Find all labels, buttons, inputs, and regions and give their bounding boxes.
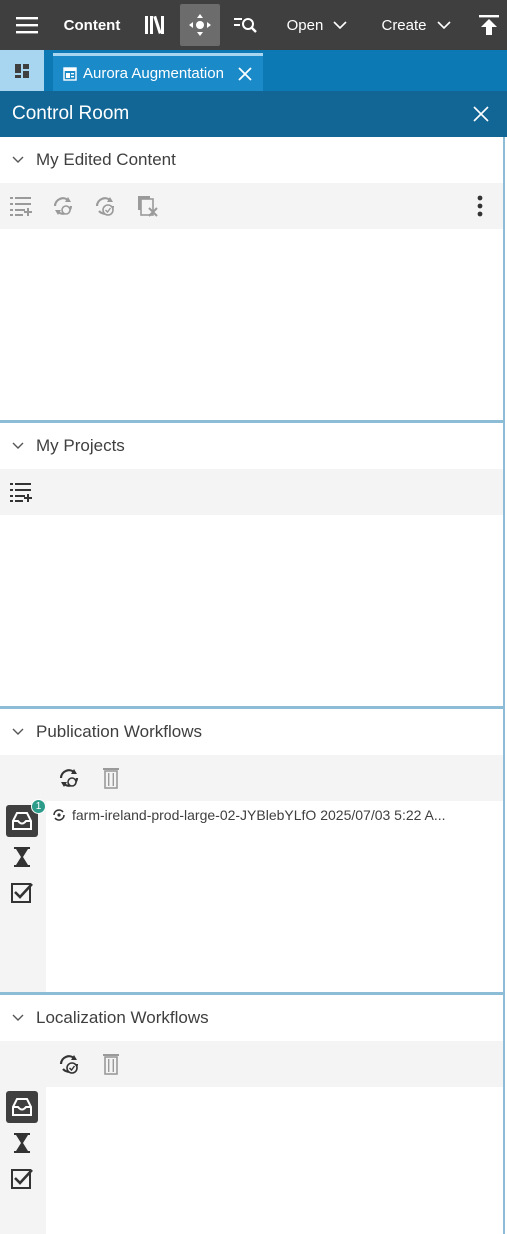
edited-content-section: My Edited Content <box>0 137 505 420</box>
inbox-icon <box>12 812 32 830</box>
inbox-count-badge: 1 <box>31 799 46 814</box>
section-title: My Edited Content <box>36 150 176 169</box>
control-room-title: Control Room <box>12 103 130 124</box>
search-button[interactable] <box>228 0 262 50</box>
library-button[interactable] <box>136 0 174 50</box>
start-workflow-button[interactable] <box>48 1041 90 1087</box>
section-header[interactable]: Publication Workflows <box>0 709 503 755</box>
workflow-row[interactable]: farm-ireland-prod-large-02-JYBlebYLfO 20… <box>46 802 472 828</box>
list-add-icon <box>10 483 32 502</box>
completed-filter-button[interactable] <box>6 1163 38 1195</box>
close-icon[interactable] <box>473 106 489 122</box>
tab-aurora-augmentation[interactable]: Aurora Augmentation <box>53 53 263 91</box>
chevron-down-icon <box>436 21 451 30</box>
projects-section: My Projects <box>0 423 505 706</box>
checkbox-checked-icon <box>11 883 33 903</box>
section-title: My Projects <box>36 436 125 455</box>
chevron-down-icon <box>12 156 24 163</box>
list-add-icon <box>10 197 32 216</box>
checkbox-checked-icon <box>11 1169 33 1189</box>
upload-icon <box>479 15 499 35</box>
workflow-filter-rail: 1 <box>0 799 46 992</box>
inbox-filter-button[interactable] <box>6 1091 38 1123</box>
library-icon <box>145 15 164 34</box>
workflow-icon <box>59 1055 79 1074</box>
delete-selection-button[interactable] <box>126 183 168 229</box>
search-list-icon <box>234 18 257 33</box>
open-label: Open <box>286 16 324 34</box>
localization-workflows-section: Localization Workflows <box>0 995 505 1234</box>
tab-label: Aurora Augmentation <box>83 65 224 82</box>
workflow-status-icon <box>53 809 65 821</box>
pending-filter-button[interactable] <box>6 1127 38 1159</box>
create-menu[interactable]: Create <box>378 0 454 50</box>
trash-icon <box>103 1054 119 1075</box>
chevron-down-icon <box>12 1014 24 1021</box>
control-room-button[interactable] <box>180 4 220 46</box>
start-workflow-button[interactable] <box>48 755 90 801</box>
list-view-button[interactable] <box>0 183 42 229</box>
hourglass-icon <box>14 847 30 867</box>
section-toolbar <box>0 469 503 515</box>
pending-filter-button[interactable] <box>6 841 38 873</box>
delete-button[interactable] <box>90 755 132 801</box>
publish-workflow-button[interactable] <box>84 183 126 229</box>
workflow-publish-icon <box>95 197 115 216</box>
copy-delete-icon <box>138 196 158 217</box>
completed-filter-button[interactable] <box>6 877 38 909</box>
workflow-filter-rail <box>0 1087 46 1234</box>
section-header[interactable]: My Projects <box>0 423 503 469</box>
close-icon[interactable] <box>237 66 253 82</box>
workflow-icon <box>53 197 73 215</box>
section-title: Publication Workflows <box>36 722 202 741</box>
top-toolbar: Content Open Create <box>0 0 507 50</box>
section-toolbar <box>0 755 503 801</box>
section-toolbar <box>0 183 503 229</box>
workflow-row-label: farm-ireland-prod-large-02-JYBlebYLfO 20… <box>72 807 446 823</box>
inbox-filter-button[interactable]: 1 <box>6 799 46 837</box>
more-vertical-icon <box>477 195 483 217</box>
hamburger-icon <box>16 17 38 34</box>
app-switcher[interactable]: Content <box>58 0 126 50</box>
chevron-down-icon <box>333 21 347 30</box>
list-view-button[interactable] <box>0 469 42 515</box>
delete-button[interactable] <box>90 1041 132 1087</box>
control-room-header: Control Room <box>0 91 507 137</box>
app-label: Content <box>63 16 121 34</box>
section-header[interactable]: Localization Workflows <box>0 995 503 1041</box>
more-options-button[interactable] <box>459 183 501 229</box>
trash-icon <box>103 768 119 789</box>
start-workflow-button[interactable] <box>42 183 84 229</box>
create-label: Create <box>381 16 427 34</box>
menu-button[interactable] <box>4 0 50 50</box>
section-title: Localization Workflows <box>36 1008 209 1027</box>
workflow-icon <box>59 769 79 787</box>
chevron-down-icon <box>12 442 24 449</box>
section-toolbar <box>0 1041 503 1087</box>
dashboard-icon <box>15 63 29 78</box>
dashboard-tab[interactable] <box>0 50 44 91</box>
publication-workflows-section: Publication Workflows 1 farm-ireland-pro… <box>0 709 505 992</box>
open-menu[interactable]: Open <box>282 0 352 50</box>
inbox-icon <box>12 1098 32 1116</box>
chevron-down-icon <box>12 728 24 735</box>
tab-bar: Aurora Augmentation <box>0 50 507 91</box>
page-icon <box>63 66 77 81</box>
section-header[interactable]: My Edited Content <box>0 137 503 183</box>
hourglass-icon <box>14 1133 30 1153</box>
control-room-icon <box>189 14 211 36</box>
upload-button[interactable] <box>472 0 506 50</box>
